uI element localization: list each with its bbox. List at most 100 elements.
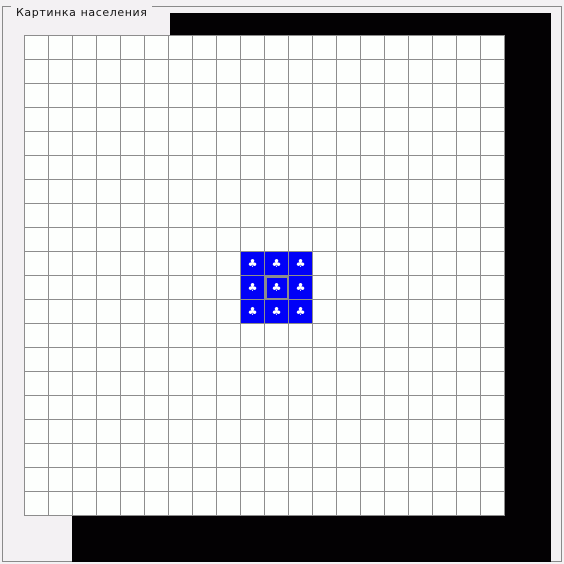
grid-cell[interactable] [97,204,121,228]
grid-cell[interactable] [145,276,169,300]
grid-cell[interactable] [457,444,481,468]
grid-cell[interactable] [193,108,217,132]
grid-cell[interactable] [457,468,481,492]
grid-cell[interactable] [433,84,457,108]
grid-cell[interactable] [289,180,313,204]
grid-cell[interactable] [25,348,49,372]
grid-cell[interactable] [193,396,217,420]
grid-cell[interactable] [97,60,121,84]
grid-cell[interactable] [265,36,289,60]
grid-cell[interactable] [145,252,169,276]
grid-cell[interactable] [385,276,409,300]
grid-cell[interactable] [121,324,145,348]
grid-cell[interactable] [49,348,73,372]
grid-cell[interactable] [145,372,169,396]
grid-cell[interactable] [241,228,265,252]
grid-cell[interactable] [433,252,457,276]
grid-cell[interactable] [361,444,385,468]
populated-cell[interactable]: ♣ [289,276,313,300]
grid-cell[interactable] [25,228,49,252]
grid-cell[interactable] [337,420,361,444]
grid-cell[interactable] [385,36,409,60]
grid-cell[interactable] [217,372,241,396]
grid-cell[interactable] [313,228,337,252]
grid-cell[interactable] [361,132,385,156]
grid-cell[interactable] [217,132,241,156]
grid-cell[interactable] [73,132,97,156]
grid-cell[interactable] [265,132,289,156]
grid-cell[interactable] [313,444,337,468]
grid-cell[interactable] [265,396,289,420]
grid-cell[interactable] [193,84,217,108]
grid-cell[interactable] [265,180,289,204]
grid-cell[interactable] [289,468,313,492]
grid-cell[interactable] [433,60,457,84]
grid-cell[interactable] [73,372,97,396]
grid-cell[interactable] [385,348,409,372]
grid-cell[interactable] [457,252,481,276]
grid-cell[interactable] [313,204,337,228]
grid-cell[interactable] [433,468,457,492]
grid-cell[interactable] [265,468,289,492]
grid-cell[interactable] [337,468,361,492]
grid-cell[interactable] [121,84,145,108]
grid-cell[interactable] [481,300,505,324]
grid-cell[interactable] [121,468,145,492]
grid-cell[interactable] [385,420,409,444]
grid-cell[interactable] [361,300,385,324]
grid-cell[interactable] [145,132,169,156]
grid-cell[interactable] [313,348,337,372]
grid-cell[interactable] [481,156,505,180]
grid-cell[interactable] [121,60,145,84]
grid-cell[interactable] [481,60,505,84]
grid-cell[interactable] [337,228,361,252]
grid-cell[interactable] [409,324,433,348]
grid-cell[interactable] [145,228,169,252]
grid-cell[interactable] [361,228,385,252]
grid-cell[interactable] [169,60,193,84]
grid-cell[interactable] [241,420,265,444]
grid-cell[interactable] [337,156,361,180]
grid-cell[interactable] [97,324,121,348]
grid-cell[interactable] [25,276,49,300]
grid-cell[interactable] [289,204,313,228]
grid-cell[interactable] [385,108,409,132]
grid-cell[interactable] [121,276,145,300]
grid-cell[interactable] [169,132,193,156]
grid-cell[interactable] [193,468,217,492]
grid-cell[interactable] [49,60,73,84]
grid-cell[interactable] [481,396,505,420]
grid-cell[interactable] [241,444,265,468]
grid-cell[interactable] [217,108,241,132]
grid-cell[interactable] [169,108,193,132]
grid-cell[interactable] [313,108,337,132]
grid-cell[interactable] [97,252,121,276]
grid-cell[interactable] [217,180,241,204]
grid-cell[interactable] [289,420,313,444]
grid-cell[interactable] [145,180,169,204]
grid-cell[interactable] [169,396,193,420]
grid-cell[interactable] [433,276,457,300]
grid-cell[interactable] [73,156,97,180]
grid-cell[interactable] [169,252,193,276]
grid-cell[interactable] [265,348,289,372]
grid-cell[interactable] [457,36,481,60]
grid-cell[interactable] [337,348,361,372]
populated-cell[interactable]: ♣ [289,252,313,276]
grid-cell[interactable] [121,396,145,420]
grid-cell[interactable] [457,228,481,252]
grid-cell[interactable] [409,108,433,132]
grid-cell[interactable] [145,420,169,444]
grid-cell[interactable] [337,84,361,108]
grid-cell[interactable] [25,420,49,444]
grid-cell[interactable] [265,492,289,516]
grid-cell[interactable] [481,420,505,444]
grid-cell[interactable] [289,132,313,156]
grid-cell[interactable] [73,492,97,516]
grid-cell[interactable] [361,204,385,228]
grid-cell[interactable] [97,132,121,156]
grid-cell[interactable] [73,252,97,276]
grid-cell[interactable] [217,84,241,108]
grid-cell[interactable] [169,324,193,348]
grid-cell[interactable] [73,180,97,204]
